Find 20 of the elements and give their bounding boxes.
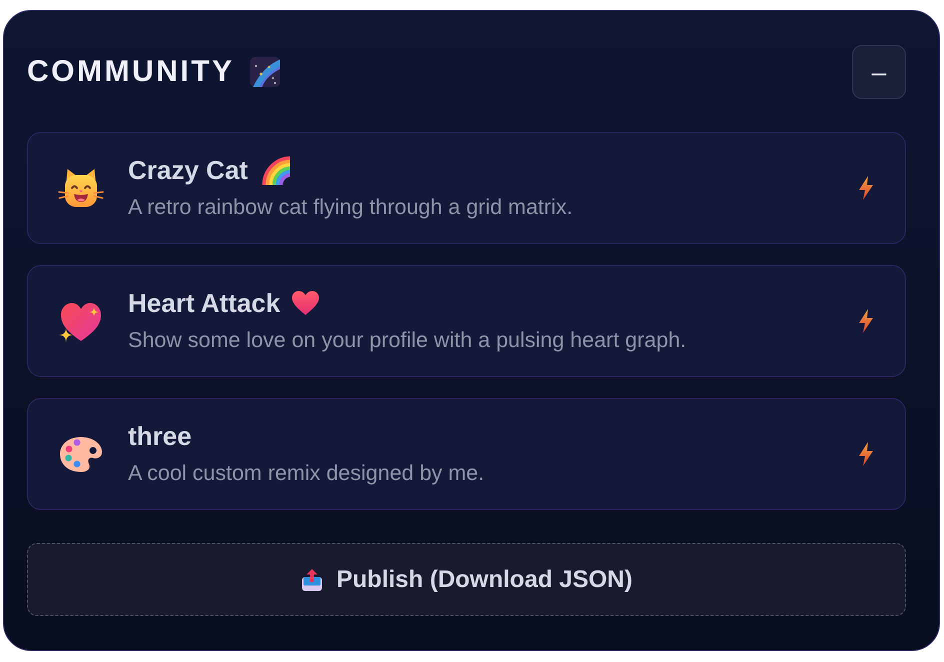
lightning-bolt-icon[interactable]	[859, 176, 873, 200]
lightning-bolt-icon[interactable]	[859, 442, 873, 466]
upload-tray-icon	[300, 568, 324, 592]
remix-title: Crazy Cat	[128, 154, 248, 186]
remix-title: three	[128, 420, 192, 452]
heart-icon	[292, 291, 320, 315]
panel-title: COMMUNITY	[27, 54, 234, 90]
publish-button[interactable]: Publish (Download JSON)	[27, 543, 906, 616]
lightning-bolt-icon[interactable]	[859, 309, 873, 333]
cat-face-icon	[58, 166, 104, 210]
remix-description: A retro rainbow cat flying through a grid matrix.	[128, 194, 573, 221]
remix-card[interactable]: Heart Attack Show some love on your profile with a pulsing heart graph.	[27, 265, 906, 377]
remix-description: A cool custom remix designed by me.	[128, 460, 484, 487]
remix-description: Show some love on your profile with a pulsing heart graph.	[128, 327, 686, 354]
galaxy-icon	[250, 57, 280, 87]
collapse-button[interactable]: –	[852, 45, 906, 99]
remix-title: Heart Attack	[128, 287, 280, 319]
rainbow-icon	[260, 155, 290, 185]
remix-card[interactable]: Crazy Cat A retro rainbow cat flying through a grid matrix.	[27, 132, 906, 244]
remix-card[interactable]: three A cool custom remix designed by me.	[27, 398, 906, 510]
